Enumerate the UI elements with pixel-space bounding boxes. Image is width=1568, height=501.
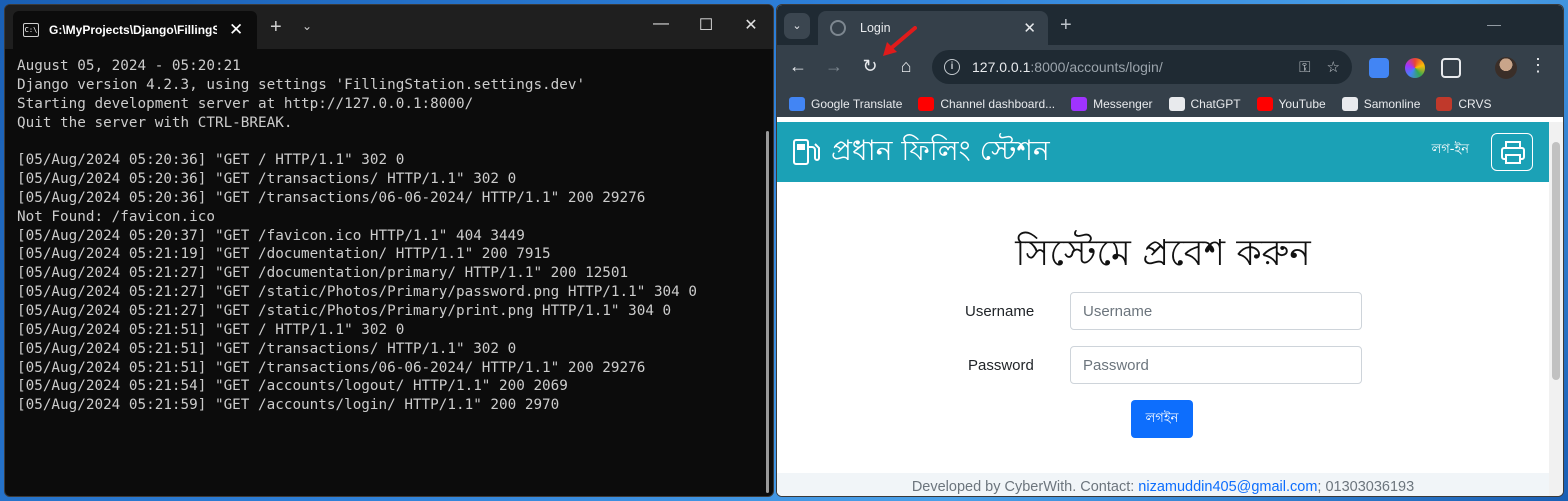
terminal-line: [05/Aug/2024 05:20:36] "GET / HTTP/1.1" …	[17, 152, 405, 169]
terminal-line: [05/Aug/2024 05:20:36] "GET /transaction…	[17, 189, 646, 206]
terminal-line: Not Found: /favicon.ico	[17, 208, 215, 225]
new-tab-button[interactable]: +	[1060, 14, 1072, 37]
bookmark-item[interactable]: YouTube	[1256, 97, 1326, 111]
bookmark-item[interactable]: ChatGPT	[1168, 97, 1241, 111]
bookmark-item[interactable]: Channel dashboard...	[918, 97, 1055, 111]
site-header: প্রধান ফিলিং স্টেশন লগ-ইন	[777, 122, 1549, 182]
forward-arrow-icon[interactable]: →	[822, 56, 846, 77]
terminal-window: C:\ G:\MyProjects\Django\FillingS ✕ + ⌄ …	[4, 4, 774, 497]
terminal-output[interactable]: August 05, 2024 - 05:20:21 Django version…	[17, 57, 757, 496]
close-window-button[interactable]: ✕	[736, 15, 766, 35]
terminal-scrollbar[interactable]	[766, 131, 769, 493]
password-input[interactable]	[1070, 346, 1362, 384]
close-icon[interactable]: ✕	[1023, 19, 1036, 37]
terminal-line: [05/Aug/2024 05:21:54] "GET /accounts/lo…	[17, 378, 568, 395]
terminal-tab-title: G:\MyProjects\Django\FillingS	[49, 23, 217, 37]
color-extension-icon[interactable]	[1405, 58, 1425, 78]
reload-icon[interactable]: ↻	[858, 56, 882, 77]
close-icon[interactable]: ✕	[229, 20, 243, 40]
terminal-line: August 05, 2024 - 05:20:21	[17, 58, 241, 74]
bookmark-item[interactable]: Google Translate	[789, 97, 902, 111]
footer-text: Developed by CyberWith. Contact:	[911, 479, 1139, 495]
terminal-line: [05/Aug/2024 05:20:36] "GET /transaction…	[17, 171, 517, 188]
puzzle-icon[interactable]	[1441, 58, 1461, 78]
translate-extension-icon[interactable]	[1369, 58, 1389, 78]
bookmark-icon	[1341, 97, 1358, 111]
minimize-button[interactable]: —	[1479, 16, 1509, 32]
terminal-line: Quit the server with CTRL-BREAK.	[17, 114, 293, 131]
login-heading: সিস্টেমে প্রবেশ করুন	[1015, 233, 1311, 274]
tab-search-button[interactable]: ⌄	[784, 13, 810, 39]
footer-phone: ; 01303036193	[1317, 479, 1415, 495]
bookmark-label: CRVS	[1458, 97, 1492, 111]
terminal-line: [05/Aug/2024 05:20:37] "GET /favicon.ico…	[17, 227, 525, 244]
web-page: প্রধান ফিলিং স্টেশন লগ-ইন সিস্টেমে প্রবে…	[777, 122, 1549, 496]
minimize-button[interactable]: —	[646, 15, 676, 33]
printer-icon	[1501, 141, 1525, 164]
bookmark-label: Samonline	[1363, 97, 1421, 111]
key-icon[interactable]: ⚿	[1299, 59, 1310, 76]
cmd-icon: C:\	[23, 23, 39, 37]
fuel-pump-icon	[793, 139, 820, 165]
bookmark-icon	[1071, 97, 1088, 111]
home-icon[interactable]: ⌂	[894, 56, 918, 77]
terminal-line: Starting development server at http://12…	[17, 95, 474, 112]
tab-login[interactable]: Login ✕	[818, 11, 1048, 45]
bookmark-item[interactable]: Messenger	[1071, 97, 1153, 111]
bookmark-icon	[1168, 97, 1185, 111]
terminal-tab[interactable]: C:\ G:\MyProjects\Django\FillingS ✕	[13, 11, 257, 49]
site-title[interactable]: প্রধান ফিলিং স্টেশন	[831, 129, 1050, 176]
bookmark-icon	[789, 97, 805, 111]
bookmark-item[interactable]: CRVS	[1436, 97, 1492, 111]
username-label: Username	[965, 303, 1035, 320]
back-arrow-icon[interactable]: ←	[786, 56, 810, 77]
bookmark-icon	[1256, 97, 1273, 111]
bookmark-label: ChatGPT	[1190, 97, 1241, 111]
page-scrollbar[interactable]	[1549, 122, 1563, 496]
terminal-titlebar: C:\ G:\MyProjects\Django\FillingS ✕ + ⌄ …	[5, 5, 773, 49]
login-link[interactable]: লগ-ইন	[1432, 140, 1469, 161]
terminal-line: [05/Aug/2024 05:21:51] "GET /transaction…	[17, 359, 646, 376]
terminal-line: [05/Aug/2024 05:21:27] "GET /static/Phot…	[17, 302, 672, 319]
terminal-line: [05/Aug/2024 05:21:19] "GET /documentati…	[17, 246, 551, 263]
bookmark-icon	[1436, 97, 1453, 111]
maximize-button[interactable]: ☐	[691, 15, 721, 35]
url-text[interactable]: 127.0.0.1:8000/accounts/login/	[972, 59, 1283, 75]
bookmark-label: Channel dashboard...	[940, 97, 1056, 111]
address-bar[interactable]: i 127.0.0.1:8000/accounts/login/ ⚿ ☆	[932, 50, 1352, 84]
print-button[interactable]	[1491, 133, 1533, 171]
bookmark-label: Messenger	[1093, 97, 1153, 111]
browser-window: ⌄ Login ✕ + — ← → ↻ ⌂ i 127.0.0.1:8000/a…	[776, 4, 1564, 497]
terminal-line: [05/Aug/2024 05:21:51] "GET / HTTP/1.1" …	[17, 321, 405, 338]
footer: Developed by CyberWith. Contact: nizamud…	[777, 473, 1549, 496]
star-icon[interactable]: ☆	[1327, 58, 1340, 76]
new-tab-button[interactable]: +	[270, 17, 282, 37]
chevron-down-icon[interactable]: ⌄	[302, 19, 312, 33]
menu-icon[interactable]: ⋮	[1529, 55, 1547, 76]
password-label: Password	[968, 357, 1034, 374]
terminal-line: [05/Aug/2024 05:21:51] "GET /transaction…	[17, 340, 517, 357]
bookmark-label: YouTube	[1278, 97, 1326, 111]
terminal-line: [05/Aug/2024 05:21:27] "GET /documentati…	[17, 265, 629, 282]
red-arrow-annotation	[883, 26, 917, 56]
login-button[interactable]: লগইন	[1131, 400, 1193, 438]
info-icon[interactable]: i	[944, 59, 960, 75]
globe-icon	[830, 20, 846, 36]
footer-email-link[interactable]: nizamuddin405@gmail.com	[1138, 479, 1317, 495]
username-input[interactable]	[1070, 292, 1362, 330]
terminal-line: [05/Aug/2024 05:21:59] "GET /accounts/lo…	[17, 397, 560, 414]
bookmark-label: Google Translate	[811, 97, 903, 111]
bookmark-item[interactable]: Samonline	[1341, 97, 1421, 111]
terminal-line: [05/Aug/2024 05:21:27] "GET /static/Phot…	[17, 284, 697, 301]
bookmark-icon	[918, 97, 935, 111]
bookmarks-bar: Google Translate Channel dashboard... Mess…	[777, 91, 1563, 117]
terminal-line: Django version 4.2.3, using settings 'Fi…	[17, 76, 586, 93]
avatar[interactable]	[1495, 57, 1517, 79]
scrollbar-thumb[interactable]	[1552, 142, 1560, 380]
